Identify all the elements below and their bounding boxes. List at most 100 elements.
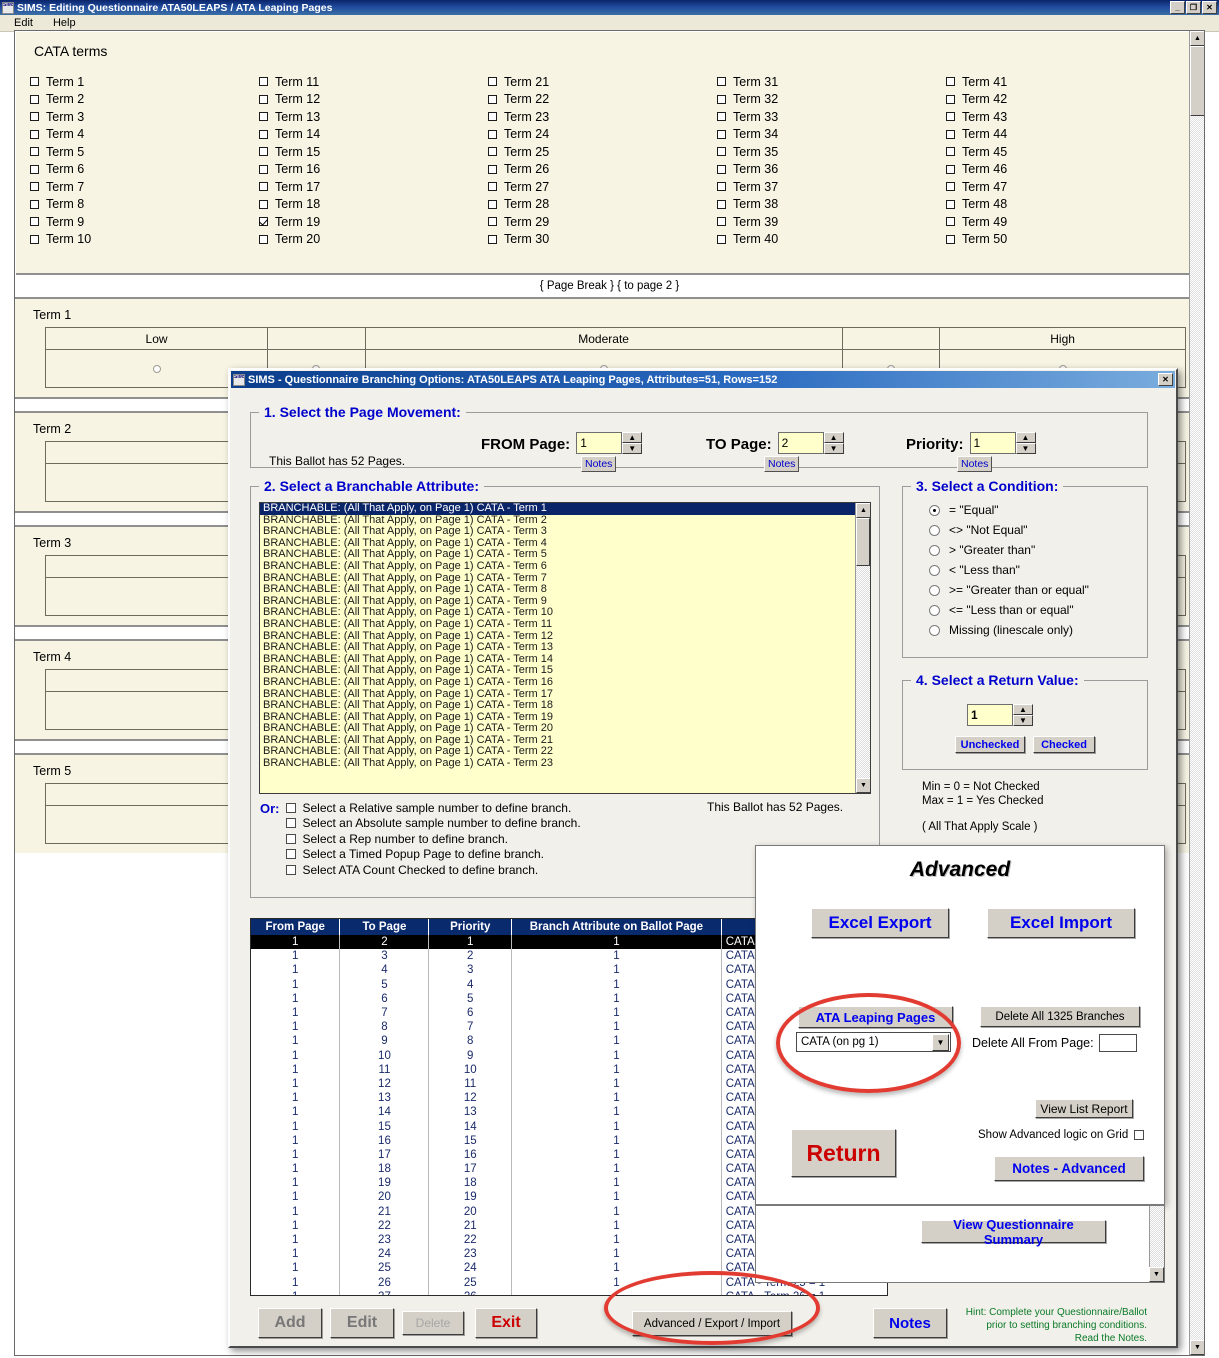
cata-term-checkbox[interactable] bbox=[946, 164, 955, 174]
scroll-down-icon[interactable]: ▼ bbox=[1190, 1340, 1204, 1355]
cata-term-item[interactable]: Term 30 bbox=[488, 231, 717, 249]
branchable-attribute-item[interactable]: BRANCHABLE: (All That Apply, on Page 1) … bbox=[260, 699, 870, 712]
cata-term-item[interactable]: Term 22 bbox=[488, 91, 717, 109]
cata-term-item[interactable]: Term 46 bbox=[946, 161, 1175, 179]
cata-term-item[interactable]: Term 15 bbox=[259, 143, 488, 161]
cata-term-checkbox[interactable] bbox=[946, 129, 955, 139]
cata-term-checkbox[interactable] bbox=[259, 217, 268, 227]
view-list-report-button[interactable]: View List Report bbox=[1035, 1099, 1133, 1118]
or-option-checkbox[interactable] bbox=[285, 849, 296, 860]
cata-term-checkbox[interactable] bbox=[488, 147, 497, 157]
cata-term-checkbox[interactable] bbox=[946, 199, 955, 209]
or-option-checkbox[interactable] bbox=[285, 833, 296, 844]
cata-term-checkbox[interactable] bbox=[259, 199, 268, 209]
excel-import-button[interactable]: Excel Import bbox=[987, 908, 1135, 938]
cata-term-item[interactable]: Term 16 bbox=[259, 161, 488, 179]
branchable-attribute-item[interactable]: BRANCHABLE: (All That Apply, on Page 1) … bbox=[260, 584, 870, 596]
cata-term-item[interactable]: Term 28 bbox=[488, 196, 717, 214]
or-option-row[interactable]: Select an Absolute sample number to defi… bbox=[285, 816, 581, 832]
cata-term-item[interactable]: Term 27 bbox=[488, 178, 717, 196]
cata-term-item[interactable]: Term 31 bbox=[717, 73, 946, 91]
cata-term-item[interactable]: Term 19 bbox=[259, 213, 488, 231]
from-page-input[interactable]: 1 bbox=[576, 432, 623, 454]
show-advanced-logic-checkbox[interactable] bbox=[1134, 1130, 1145, 1140]
cata-term-item[interactable]: Term 13 bbox=[259, 108, 488, 126]
cata-term-checkbox[interactable] bbox=[30, 217, 39, 227]
restore-icon[interactable]: ❐ bbox=[1186, 1, 1201, 14]
cata-term-item[interactable]: Term 33 bbox=[717, 108, 946, 126]
cata-term-checkbox[interactable] bbox=[259, 112, 268, 122]
to-page-up-icon[interactable]: ▲ bbox=[823, 432, 844, 443]
return-value-down-icon[interactable]: ▼ bbox=[1013, 715, 1033, 726]
cata-term-checkbox[interactable] bbox=[717, 77, 726, 87]
cata-term-checkbox[interactable] bbox=[488, 234, 497, 244]
minimize-icon[interactable]: _ bbox=[1170, 1, 1185, 14]
menu-item-edit[interactable]: Edit bbox=[14, 17, 33, 29]
table-row[interactable]: 127261CATA - Term 26 = 1 bbox=[251, 1289, 887, 1295]
cata-term-item[interactable]: Term 25 bbox=[488, 143, 717, 161]
cata-term-item[interactable]: Term 12 bbox=[259, 91, 488, 109]
cata-term-item[interactable]: Term 20 bbox=[259, 231, 488, 249]
delete-all-branches-button[interactable]: Delete All 1325 Branches bbox=[980, 1006, 1140, 1027]
show-advanced-logic-row[interactable]: Show Advanced logic on Grid bbox=[978, 1129, 1145, 1141]
cata-term-checkbox[interactable] bbox=[946, 217, 955, 227]
cata-term-checkbox[interactable] bbox=[30, 77, 39, 87]
cata-term-item[interactable]: Term 10 bbox=[30, 231, 259, 249]
branchable-attribute-item[interactable]: BRANCHABLE: (All That Apply, on Page 1) … bbox=[260, 676, 870, 689]
cata-term-item[interactable]: Term 23 bbox=[488, 108, 717, 126]
cata-term-checkbox[interactable] bbox=[946, 234, 955, 244]
cata-term-item[interactable]: Term 44 bbox=[946, 126, 1175, 144]
cata-term-item[interactable]: Term 34 bbox=[717, 126, 946, 144]
branch-grid-header-cell[interactable]: Priority bbox=[428, 919, 513, 935]
cata-term-checkbox[interactable] bbox=[30, 94, 39, 104]
cata-term-item[interactable]: Term 43 bbox=[946, 108, 1175, 126]
close-icon[interactable]: ✕ bbox=[1202, 1, 1217, 14]
listbox-scrollbar-thumb[interactable] bbox=[856, 518, 870, 566]
cata-term-checkbox[interactable] bbox=[30, 234, 39, 244]
to-page-notes-button[interactable]: Notes bbox=[764, 456, 800, 472]
cata-term-checkbox[interactable] bbox=[30, 112, 39, 122]
condition-option-row[interactable]: >= "Greater than or equal" bbox=[929, 580, 1147, 600]
cata-term-item[interactable]: Term 4 bbox=[30, 126, 259, 144]
dialog-close-icon[interactable]: ✕ bbox=[1158, 373, 1173, 386]
advanced-summary-scroll-down-icon[interactable]: ▼ bbox=[1149, 1267, 1164, 1282]
cata-term-item[interactable]: Term 7 bbox=[30, 178, 259, 196]
cata-term-checkbox[interactable] bbox=[259, 164, 268, 174]
listbox-scroll-down-icon[interactable]: ▼ bbox=[856, 778, 870, 793]
branchable-attribute-listbox[interactable]: BRANCHABLE: (All That Apply, on Page 1) … bbox=[259, 502, 871, 794]
condition-radio[interactable] bbox=[929, 564, 940, 576]
cata-term-item[interactable]: Term 11 bbox=[259, 73, 488, 91]
condition-option-row[interactable]: <= "Less than or equal" bbox=[929, 600, 1147, 620]
condition-option-row[interactable]: < "Less than" bbox=[929, 560, 1147, 580]
cata-term-checkbox[interactable] bbox=[717, 129, 726, 139]
exit-button[interactable]: Exit bbox=[475, 1308, 537, 1338]
or-option-row[interactable]: Select a Rep number to define branch. bbox=[285, 831, 581, 847]
condition-radio[interactable] bbox=[929, 584, 940, 596]
checked-button[interactable]: Checked bbox=[1033, 736, 1095, 753]
scroll-up-icon[interactable]: ▲ bbox=[1190, 31, 1204, 46]
cata-term-checkbox[interactable] bbox=[488, 112, 497, 122]
or-option-checkbox[interactable] bbox=[285, 802, 296, 813]
listbox-scrollbar[interactable]: ▲ ▼ bbox=[855, 503, 870, 793]
cata-term-checkbox[interactable] bbox=[30, 129, 39, 139]
cata-term-item[interactable]: Term 48 bbox=[946, 196, 1175, 214]
add-button[interactable]: Add bbox=[258, 1308, 322, 1338]
branchable-attribute-item[interactable]: BRANCHABLE: (All That Apply, on Page 1) … bbox=[260, 503, 870, 515]
cata-term-checkbox[interactable] bbox=[30, 164, 39, 174]
or-option-checkbox[interactable] bbox=[285, 818, 296, 829]
condition-option-row[interactable]: Missing (linescale only) bbox=[929, 620, 1147, 640]
cata-term-checkbox[interactable] bbox=[259, 129, 268, 139]
return-value-up-icon[interactable]: ▲ bbox=[1013, 704, 1033, 715]
branch-grid-header-cell[interactable]: Branch Attribute on Ballot Page bbox=[511, 919, 722, 935]
cata-term-item[interactable]: Term 14 bbox=[259, 126, 488, 144]
branchable-attribute-item[interactable]: BRANCHABLE: (All That Apply, on Page 1) … bbox=[260, 642, 870, 654]
condition-radio[interactable] bbox=[929, 524, 940, 536]
priority-up-icon[interactable]: ▲ bbox=[1015, 432, 1036, 443]
cata-term-checkbox[interactable] bbox=[259, 147, 268, 157]
branchable-attribute-item[interactable]: BRANCHABLE: (All That Apply, on Page 1) … bbox=[260, 618, 870, 631]
condition-radio[interactable] bbox=[929, 624, 940, 636]
cata-page-dropdown[interactable]: CATA (on pg 1) ▼ bbox=[796, 1032, 951, 1052]
priority-down-icon[interactable]: ▼ bbox=[1015, 443, 1036, 454]
branch-grid-header-cell[interactable]: To Page bbox=[339, 919, 430, 935]
notes-advanced-button[interactable]: Notes - Advanced bbox=[994, 1156, 1144, 1181]
